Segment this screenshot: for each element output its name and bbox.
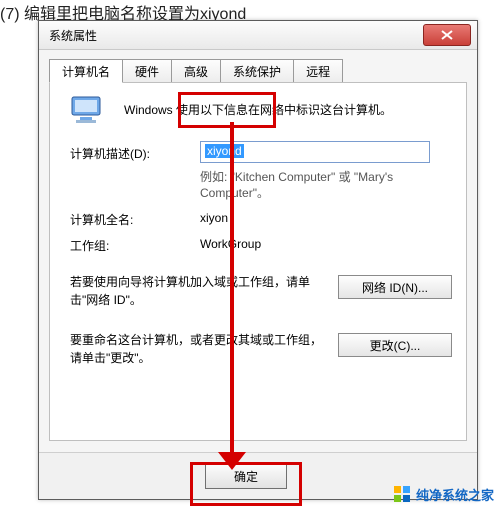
fullname-value: xiyon (200, 211, 228, 225)
tab-pane: Windows 使用以下信息在网络中标识这台计算机。 计算机描述(D): xiy… (49, 82, 467, 441)
watermark-logo-icon (394, 486, 412, 504)
network-id-paragraph: 若要使用向导将计算机加入域或工作组，请单击"网络 ID"。 (70, 273, 330, 309)
tab-remote[interactable]: 远程 (293, 59, 343, 83)
description-input[interactable]: xiyond (200, 141, 430, 163)
network-id-button[interactable]: 网络 ID(N)... (338, 275, 452, 299)
watermark-title: 纯净系统之家 (416, 485, 494, 504)
workgroup-value: WorkGroup (200, 237, 261, 251)
fullname-label: 计算机全名: (70, 211, 133, 228)
description-value: xiyond (205, 144, 244, 158)
intro-text: Windows 使用以下信息在网络中标识这台计算机。 (124, 101, 392, 118)
watermark-text: 纯净系统之家 (416, 485, 494, 504)
system-properties-window: 系统属性 计算机名 硬件 高级 系统保护 远程 (38, 20, 478, 500)
close-button[interactable] (423, 24, 471, 46)
change-button[interactable]: 更改(C)... (338, 333, 452, 357)
stage: (7) 编辑里把电脑名称设置为xiyond 系统属性 计算机名 硬件 高级 系统… (0, 0, 500, 510)
tab-computer-name[interactable]: 计算机名 (49, 59, 123, 83)
description-example: 例如: "Kitchen Computer" 或 "Mary's Compute… (200, 169, 460, 201)
watermark: 纯净系统之家 (394, 485, 494, 504)
titlebar: 系统属性 (39, 21, 477, 50)
close-icon (441, 30, 453, 40)
tab-hardware[interactable]: 硬件 (122, 59, 172, 83)
tab-advanced[interactable]: 高级 (171, 59, 221, 83)
window-title: 系统属性 (49, 27, 97, 44)
computer-icon (70, 95, 106, 127)
tab-strip: 计算机名 硬件 高级 系统保护 远程 (49, 59, 342, 83)
ok-button[interactable]: 确定 (205, 463, 287, 489)
description-label: 计算机描述(D): (70, 145, 150, 162)
workgroup-label: 工作组: (70, 237, 109, 254)
description-label-text: 计算机描述(D): (70, 147, 150, 161)
change-paragraph: 要重命名这台计算机，或者更改其域或工作组，请单击"更改"。 (70, 331, 330, 367)
tab-system-protection[interactable]: 系统保护 (220, 59, 294, 83)
